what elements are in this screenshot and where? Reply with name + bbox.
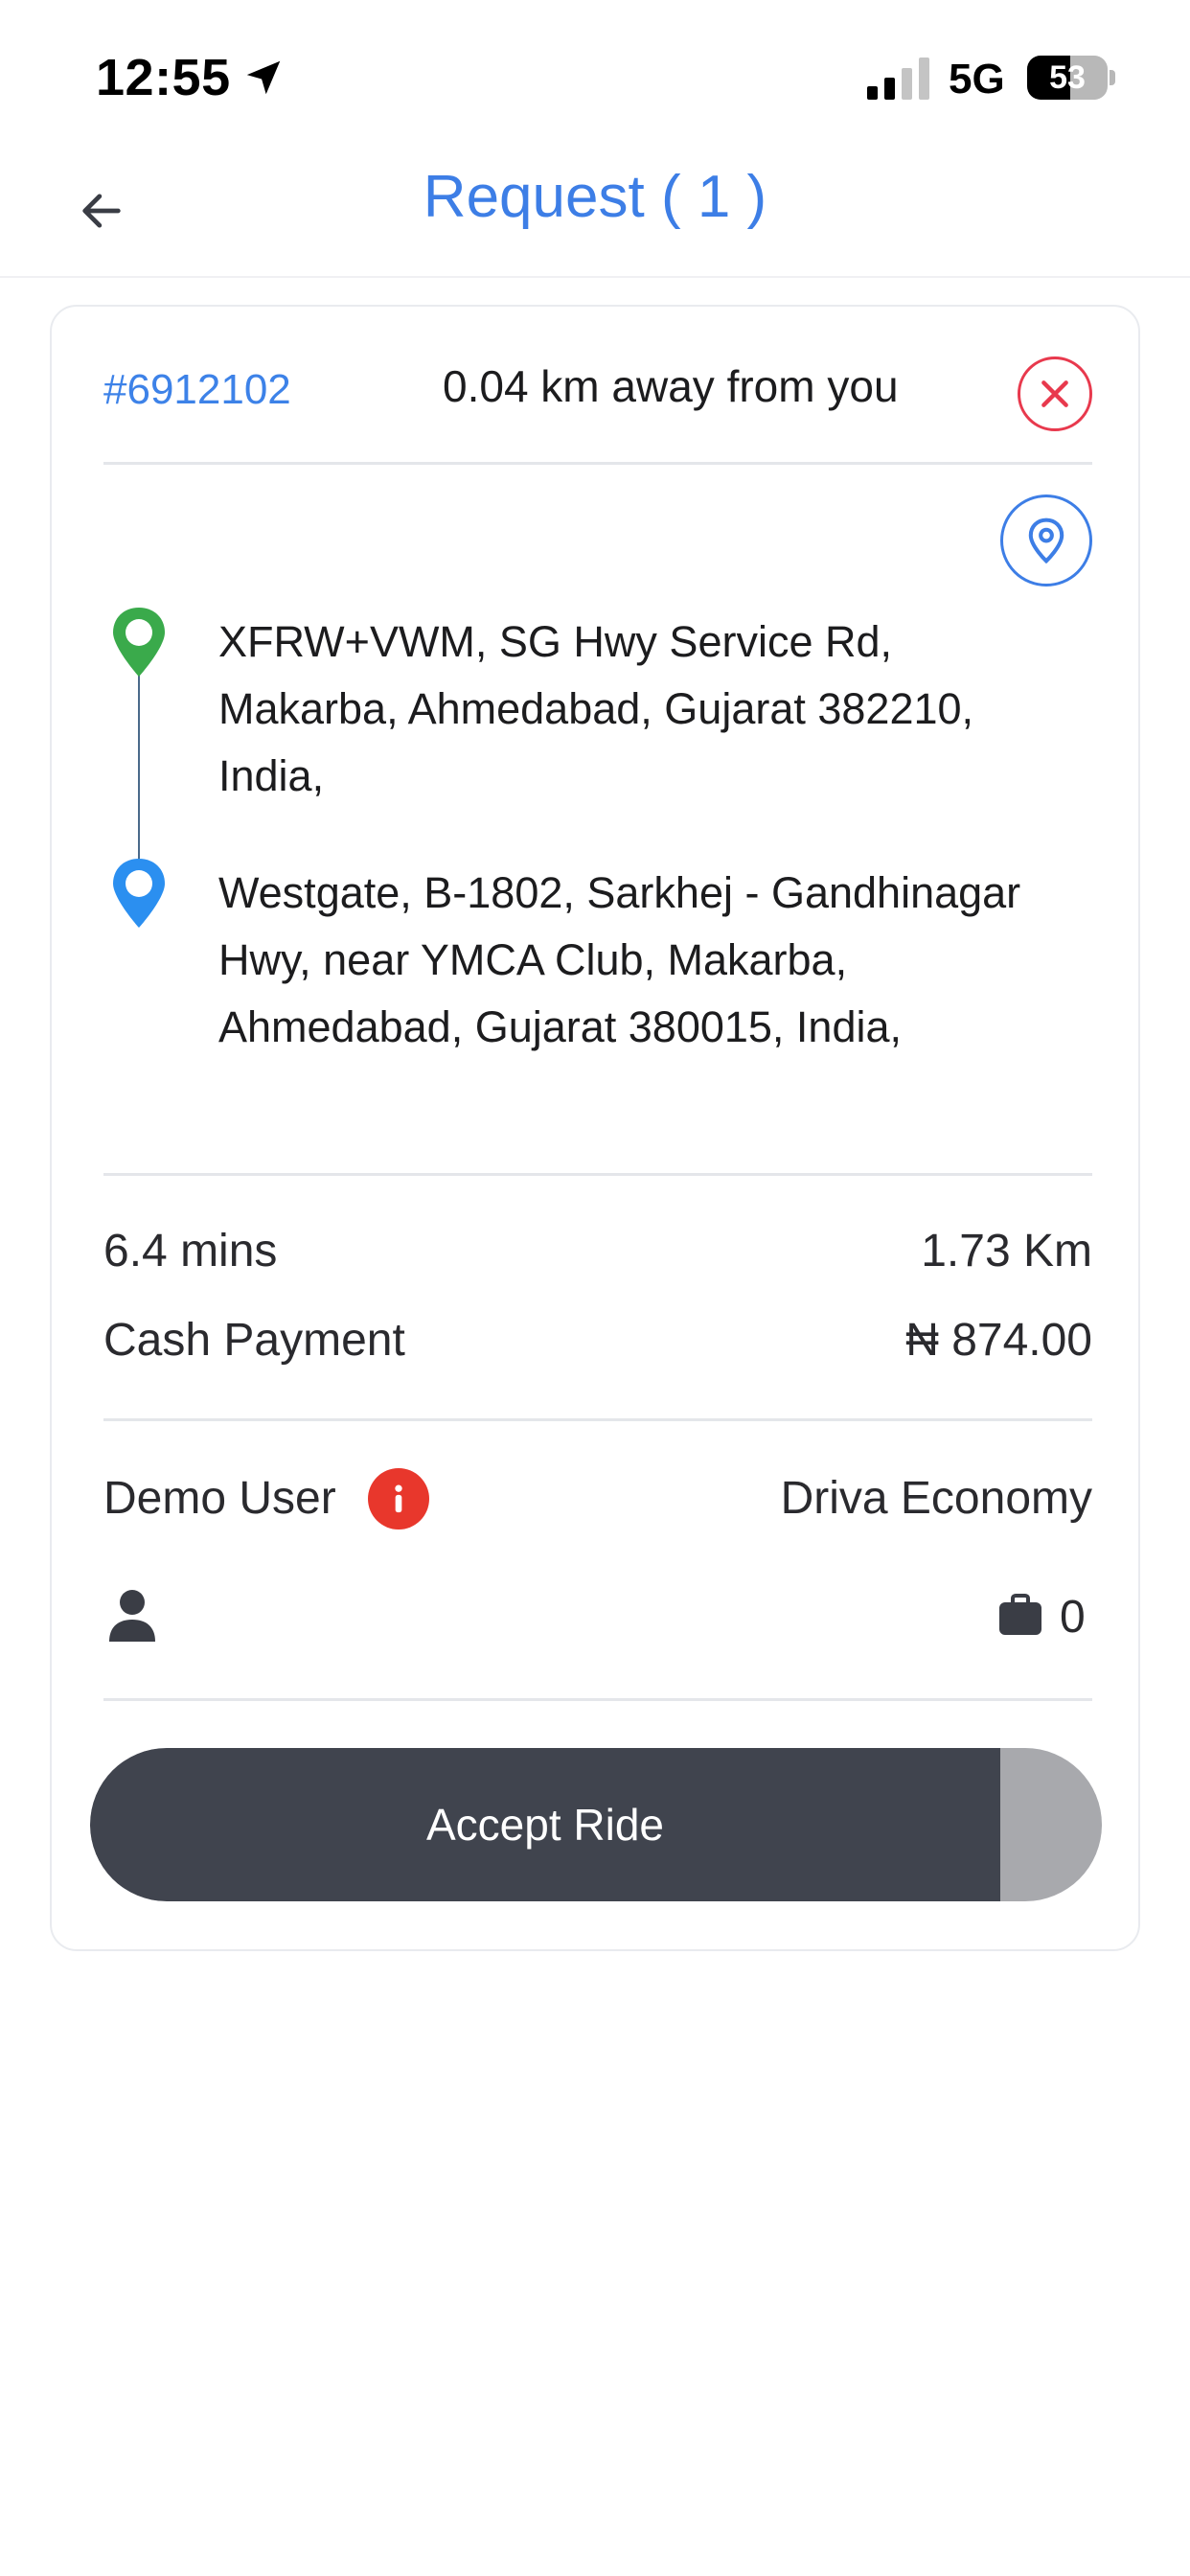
rider-info-button[interactable] bbox=[368, 1468, 429, 1530]
view-map-button[interactable] bbox=[1000, 494, 1092, 586]
battery-icon: 53 bbox=[1027, 56, 1115, 100]
network-type: 5G bbox=[949, 56, 1005, 103]
luggage-count: 0 bbox=[1060, 1592, 1086, 1643]
vehicle-type: Driva Economy bbox=[780, 1473, 1092, 1524]
trip-duration: 6.4 mins bbox=[103, 1226, 278, 1276]
divider bbox=[103, 1418, 1092, 1421]
accept-ride-label: Accept Ride bbox=[425, 1800, 664, 1850]
location-arrow-icon bbox=[246, 60, 281, 95]
pickup-pin-icon bbox=[113, 608, 165, 677]
divider bbox=[103, 1698, 1092, 1701]
fare-amount: ₦ 874.00 bbox=[905, 1315, 1092, 1366]
pickup-address: XFRW+VWM, SG Hwy Service Rd, Makarba, Ah… bbox=[218, 617, 974, 800]
user-icon bbox=[109, 1590, 155, 1642]
page-title: Request ( 1 ) bbox=[423, 164, 767, 230]
divider bbox=[103, 1173, 1092, 1176]
header: Request ( 1 ) bbox=[0, 144, 1190, 278]
ride-id: #6912102 bbox=[103, 366, 291, 413]
rider-name: Demo User bbox=[103, 1473, 336, 1524]
ride-request-screen: 12:55 5G 53 Request ( 1 ) #6912102 0.04 … bbox=[0, 0, 1190, 2576]
map-pin-icon bbox=[1028, 518, 1064, 564]
dropoff-address: Westgate, B-1802, Sarkhej - Gandhinagar … bbox=[218, 868, 1021, 1051]
payment-method: Cash Payment bbox=[103, 1315, 405, 1366]
dropoff-pin-icon bbox=[113, 859, 165, 928]
trip-distance: 1.73 Km bbox=[921, 1226, 1092, 1276]
reject-button[interactable] bbox=[1018, 356, 1092, 431]
status-time: 12:55 bbox=[96, 49, 231, 106]
divider bbox=[103, 462, 1092, 465]
distance-away: 0.04 km away from you bbox=[443, 361, 899, 411]
cellular-signal-icon bbox=[867, 58, 929, 100]
battery-level: 53 bbox=[1049, 59, 1086, 96]
status-bar: 12:55 5G 53 bbox=[0, 0, 1190, 144]
ride-request-card: #6912102 0.04 km away from you XFRW+VWM,… bbox=[50, 305, 1140, 1951]
close-icon bbox=[1041, 380, 1068, 407]
info-icon bbox=[395, 1484, 402, 1513]
accept-ride-slider[interactable]: Accept Ride bbox=[90, 1748, 1102, 1901]
briefcase-icon bbox=[999, 1594, 1041, 1635]
